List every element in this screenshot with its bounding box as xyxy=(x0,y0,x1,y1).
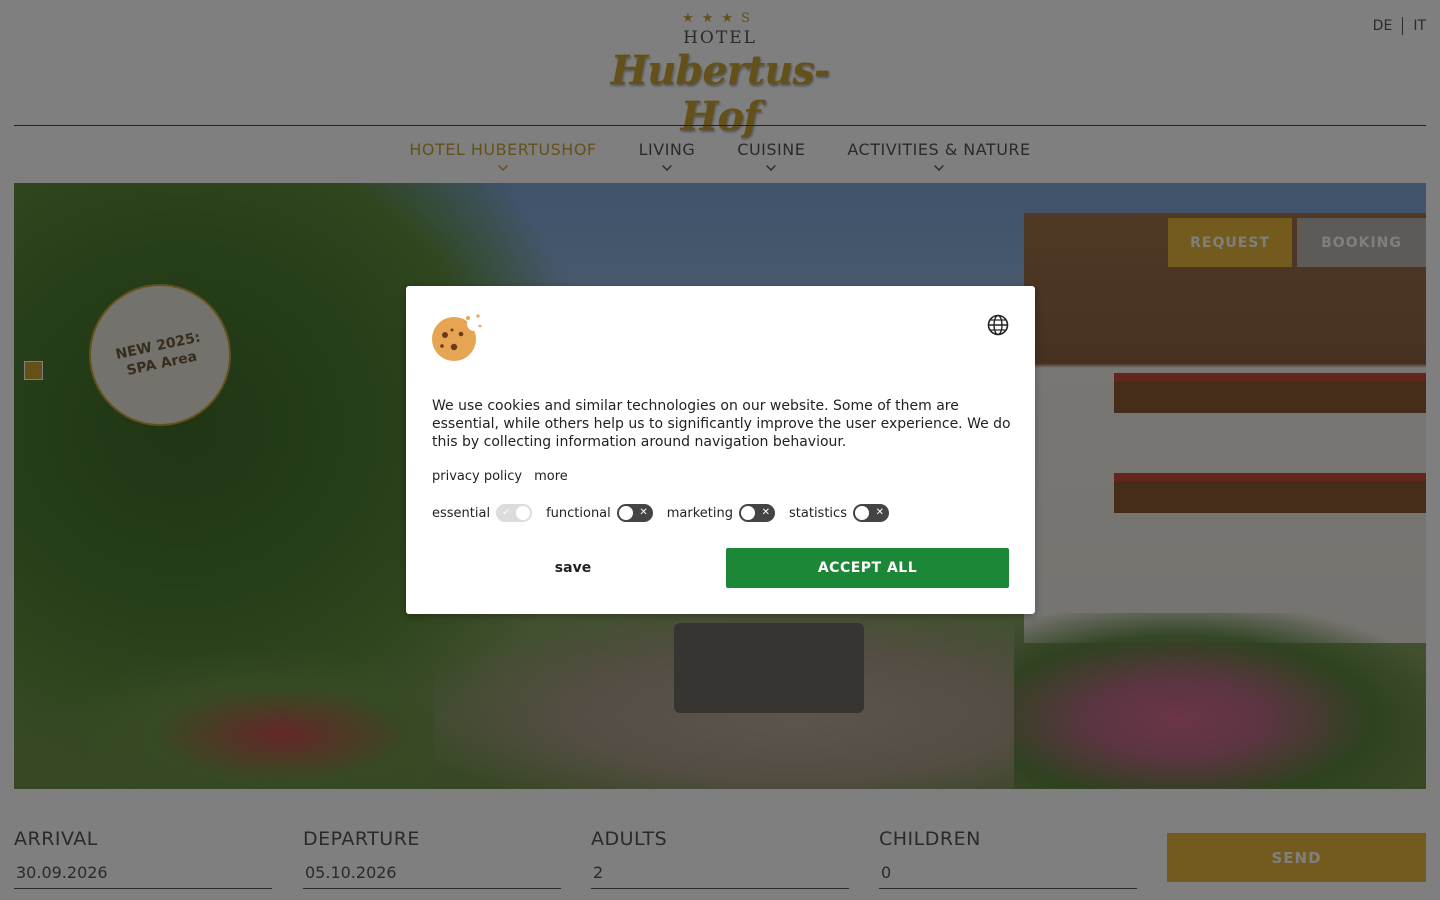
more-link[interactable]: more xyxy=(534,469,568,484)
toggle-essential: essential ✓ xyxy=(432,504,533,522)
save-button[interactable]: save xyxy=(432,548,714,588)
close-icon: ✕ xyxy=(761,507,771,518)
marketing-toggle[interactable]: ✕ xyxy=(739,504,776,522)
toggle-statistics: statistics ✕ xyxy=(789,504,889,522)
close-icon: ✕ xyxy=(875,507,884,518)
cookie-links: privacy policy more xyxy=(432,469,568,484)
functional-toggle[interactable]: ✕ xyxy=(616,504,653,522)
toggle-label: essential xyxy=(432,505,491,521)
close-icon: ✕ xyxy=(639,507,648,518)
essential-toggle: ✓ xyxy=(496,504,533,522)
statistics-toggle[interactable]: ✕ xyxy=(852,504,889,522)
cookie-toggles: essential ✓ functional ✕ marketing ✕ sta… xyxy=(432,504,889,522)
cookie-message: We use cookies and similar technologies … xyxy=(432,398,1011,450)
toggle-label: marketing xyxy=(666,505,734,521)
toggle-label: functional xyxy=(546,505,611,521)
privacy-policy-link[interactable]: privacy policy xyxy=(432,469,522,484)
toggle-functional: functional ✕ xyxy=(546,504,653,522)
toggle-label: statistics xyxy=(789,505,847,521)
language-globe-icon[interactable] xyxy=(987,314,1009,336)
cookie-icon xyxy=(432,314,482,361)
accept-all-button[interactable]: ACCEPT ALL xyxy=(726,548,1009,588)
check-icon: ✓ xyxy=(502,507,511,518)
toggle-marketing: marketing ✕ xyxy=(666,504,776,522)
cookie-consent-dialog: We use cookies and similar technologies … xyxy=(406,286,1035,614)
